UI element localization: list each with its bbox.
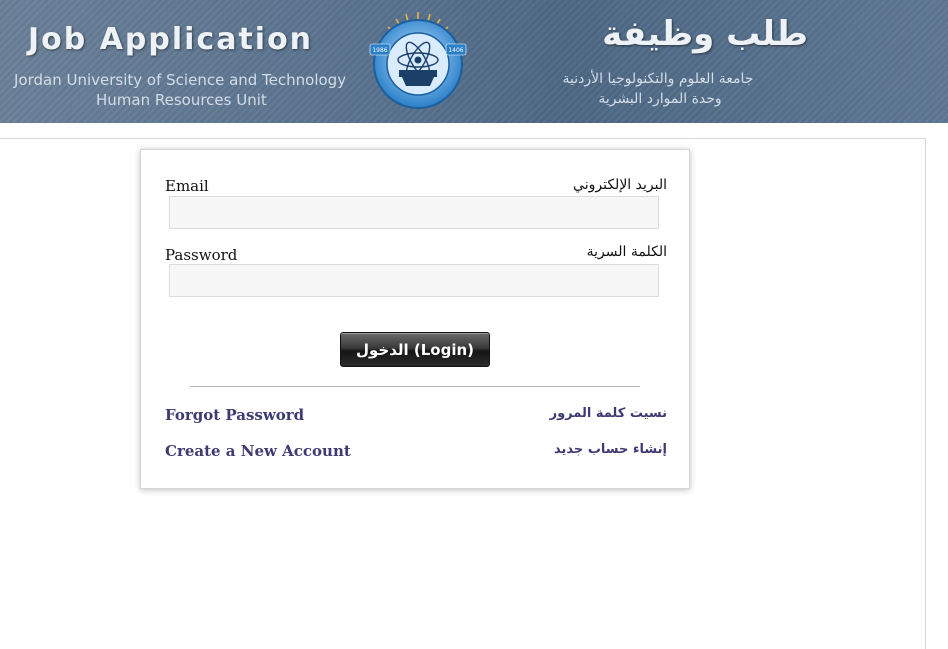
email-input[interactable] bbox=[169, 196, 659, 229]
email-label-arabic: البريد الإلكتروني bbox=[573, 177, 667, 193]
login-button[interactable]: الدخول (Login) bbox=[340, 332, 490, 367]
page-header: Job Application Jordan University of Sci… bbox=[0, 0, 948, 123]
create-account-link[interactable]: Create a New Account bbox=[165, 442, 351, 460]
create-account-link-arabic[interactable]: إنشاء حساب جديد bbox=[554, 442, 667, 457]
header-unit-name-arabic: وحدة الموارد البشرية bbox=[598, 91, 722, 107]
password-label: Password bbox=[165, 246, 238, 264]
logo-year-right: 1406 bbox=[448, 47, 463, 54]
university-logo: 1986 1406 bbox=[369, 12, 467, 109]
divider bbox=[190, 386, 640, 387]
forgot-password-link-arabic[interactable]: نسيت كلمة المرور bbox=[550, 406, 667, 421]
password-input[interactable] bbox=[169, 264, 659, 297]
header-title-arabic: طلب وظيفة bbox=[602, 14, 808, 54]
login-card: Email البريد الإلكتروني Password الكلمة … bbox=[140, 149, 690, 489]
password-label-arabic: الكلمة السرية bbox=[586, 244, 667, 260]
header-title: Job Application bbox=[28, 22, 314, 57]
header-university-name: Jordan University of Science and Technol… bbox=[14, 71, 347, 89]
email-label: Email bbox=[165, 177, 209, 195]
logo-year-left: 1986 bbox=[372, 47, 387, 54]
header-unit-name: Human Resources Unit bbox=[96, 91, 267, 109]
header-university-name-arabic: جامعة العلوم والتكنولوجيا الأردنية bbox=[562, 71, 754, 87]
forgot-password-link[interactable]: Forgot Password bbox=[165, 406, 304, 424]
